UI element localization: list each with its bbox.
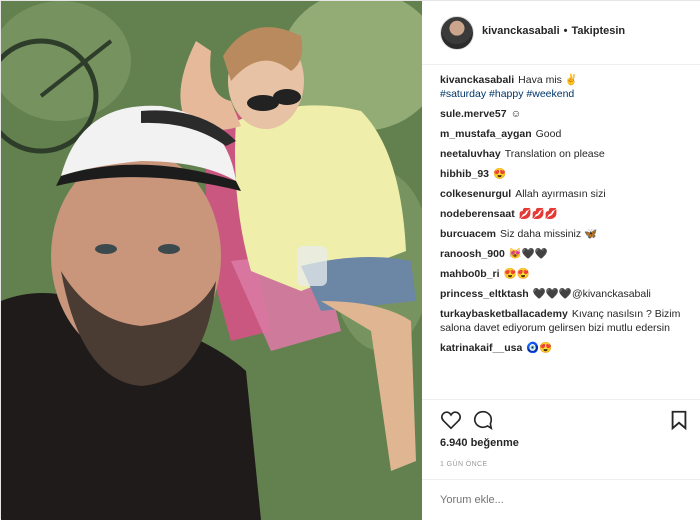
comment-text: 😻🖤🖤 xyxy=(508,248,549,260)
comment-text: 🖤🖤🖤@kivanckasabali xyxy=(532,288,651,300)
list-item: turkaybasketballacademy Kıvanç nasılsın ?… xyxy=(440,307,694,335)
list-item: colkesenurgul Allah ayırmasın sizi xyxy=(440,187,694,201)
list-item: katrinakaif__usa 🧿😍 xyxy=(440,341,694,355)
comment-username[interactable]: katrinakaif__usa xyxy=(440,342,522,354)
caption-username[interactable]: kivanckasabali xyxy=(440,74,514,86)
comment-text: 😍 xyxy=(493,168,507,180)
divider xyxy=(422,479,700,480)
header-line: kivanckasabali • Takiptesin xyxy=(482,25,625,37)
list-item: neetaluvhay Translation on please xyxy=(440,147,694,161)
list-item: m_mustafa_aygan Good xyxy=(440,127,694,141)
header-separator: • xyxy=(563,25,568,37)
comment-text: 🧿😍 xyxy=(526,342,553,354)
comment-text: 💋💋💋 xyxy=(518,208,558,220)
comment-list: kivanckasabali Hava mis ✌ #saturday #happ… xyxy=(440,73,694,361)
list-item: hibhib_93 😍 xyxy=(440,167,694,181)
comment-username[interactable]: turkaybasketballacademy xyxy=(440,308,568,320)
caption-hashtags[interactable]: #saturday #happy #weekend xyxy=(440,87,694,101)
follow-status[interactable]: Takiptesin xyxy=(572,25,626,37)
comment-username[interactable]: colkesenurgul xyxy=(440,188,511,200)
comment-username[interactable]: nodeberensaat xyxy=(440,208,515,220)
header-username[interactable]: kivanckasabali xyxy=(482,25,560,37)
comment-text: Allah ayırmasın sizi xyxy=(515,188,606,200)
photo-illustration xyxy=(1,1,422,520)
post-date: 1 GÜN ÖNCE xyxy=(440,461,488,468)
likes-count[interactable]: 6.940 beğenme xyxy=(440,437,519,449)
comment-input[interactable] xyxy=(440,494,680,506)
avatar[interactable] xyxy=(440,16,474,50)
comment-username[interactable]: burcuacem xyxy=(440,228,496,240)
comment-text: Siz daha missiniz 🦋 xyxy=(500,228,598,240)
list-item: ranoosh_900 😻🖤🖤 xyxy=(440,247,694,261)
comment-username[interactable]: ranoosh_900 xyxy=(440,248,505,260)
comment-icon[interactable] xyxy=(472,409,494,431)
list-item: nodeberensaat 💋💋💋 xyxy=(440,207,694,221)
comment-username[interactable]: mahbo0b_ri xyxy=(440,268,500,280)
post-header: kivanckasabali • Takiptesin xyxy=(422,1,700,65)
comment-text: 😍😍 xyxy=(503,268,530,280)
list-item: sule.merve57 ☺ xyxy=(440,107,694,121)
caption-text: Hava mis ✌ xyxy=(518,74,578,86)
list-item: mahbo0b_ri 😍😍 xyxy=(440,267,694,281)
post-photo[interactable] xyxy=(1,1,422,520)
caption: kivanckasabali Hava mis ✌ #saturday #happ… xyxy=(440,73,694,101)
comment-username[interactable]: hibhib_93 xyxy=(440,168,489,180)
comment-username[interactable]: m_mustafa_aygan xyxy=(440,128,532,140)
comment-username[interactable]: neetaluvhay xyxy=(440,148,501,160)
post-side-panel: kivanckasabali • Takiptesin kivanckasabali… xyxy=(422,1,700,520)
action-bar xyxy=(436,407,694,433)
list-item: princess_eltktash 🖤🖤🖤@kivanckasabali xyxy=(440,287,694,301)
comment-text: Good xyxy=(535,128,562,140)
comment-text: ☺ xyxy=(510,108,522,120)
comment-username[interactable]: sule.merve57 xyxy=(440,108,507,120)
heart-icon[interactable] xyxy=(440,409,462,431)
list-item: burcuacem Siz daha missiniz 🦋 xyxy=(440,227,694,241)
comment-text: Translation on please xyxy=(504,148,605,160)
bookmark-icon[interactable] xyxy=(668,409,690,431)
divider xyxy=(422,399,700,400)
comment-username[interactable]: princess_eltktash xyxy=(440,288,529,300)
instagram-post: kivanckasabali • Takiptesin kivanckasabali… xyxy=(0,0,700,520)
